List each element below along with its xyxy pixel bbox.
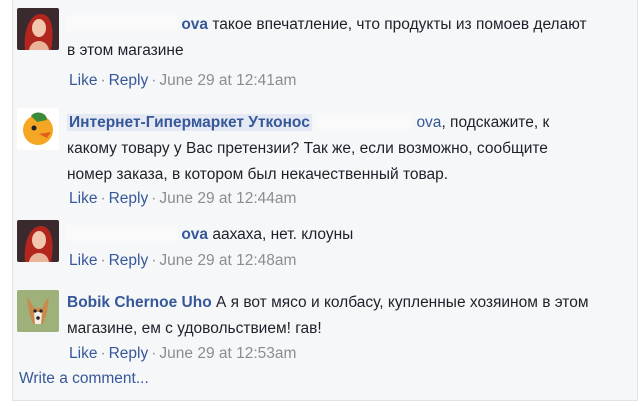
like-link[interactable]: Like [69,252,97,269]
avatar[interactable] [17,220,59,262]
comment-thread: ova такое впечатление, что продукты из п… [12,0,638,401]
comment-timestamp[interactable]: June 29 at 12:53am [159,345,296,362]
separator-dot: · [151,72,157,89]
avatar[interactable] [17,290,59,332]
like-link[interactable]: Like [69,345,97,362]
separator-dot: · [100,190,106,207]
redacted-name [67,225,177,241]
comment-timestamp[interactable]: June 29 at 12:41am [159,72,296,89]
reply-link[interactable]: Reply [109,72,149,89]
separator-dot: · [100,345,106,362]
dog-avatar-icon [17,290,59,332]
comment-author[interactable]: Интернет-Гипермаркет Утконос [67,114,312,131]
comment-body: Интернет-Гипермаркет Утконос ova, подска… [67,110,597,188]
comment-body: ova такое впечатление, что продукты из п… [67,12,597,64]
comment-timestamp[interactable]: June 29 at 12:48am [159,252,296,269]
comment-text: аахаха, нет. клоуны [212,226,354,243]
separator-dot: · [151,190,157,207]
comment-body: ova аахаха, нет. клоуны [67,222,597,248]
comment-author[interactable]: ova [181,16,208,33]
like-link[interactable]: Like [69,72,97,89]
separator-dot: · [151,345,157,362]
comment-actions: Like · Reply · June 29 at 12:44am [69,190,296,208]
like-link[interactable]: Like [69,190,97,207]
user-avatar-icon [17,8,59,50]
comment-author[interactable]: Bobik Chernoe Uho [67,294,212,311]
reply-link[interactable]: Reply [109,190,149,207]
separator-dot: · [100,72,106,89]
comment-actions: Like · Reply · June 29 at 12:48am [69,252,296,270]
reply-link[interactable]: Reply [109,345,149,362]
comment-actions: Like · Reply · June 29 at 12:41am [69,72,296,90]
separator-dot: · [100,252,106,269]
redacted-name [316,113,413,129]
write-comment-input[interactable]: Write a comment... [19,370,149,388]
avatar[interactable] [17,108,59,150]
separator-dot: · [151,252,157,269]
mention-link[interactable]: ova [416,114,441,131]
comment-actions: Like · Reply · June 29 at 12:53am [69,345,296,363]
redacted-name [67,15,177,31]
avatar[interactable] [17,8,59,50]
duck-logo-icon [17,108,59,150]
comment-timestamp[interactable]: June 29 at 12:44am [159,190,296,207]
comment-body: Bobik Chernoe Uho А я вот мясо и колбасу… [67,290,597,342]
comment-author[interactable]: ova [181,226,208,243]
reply-link[interactable]: Reply [109,252,149,269]
user-avatar-icon [17,220,59,262]
